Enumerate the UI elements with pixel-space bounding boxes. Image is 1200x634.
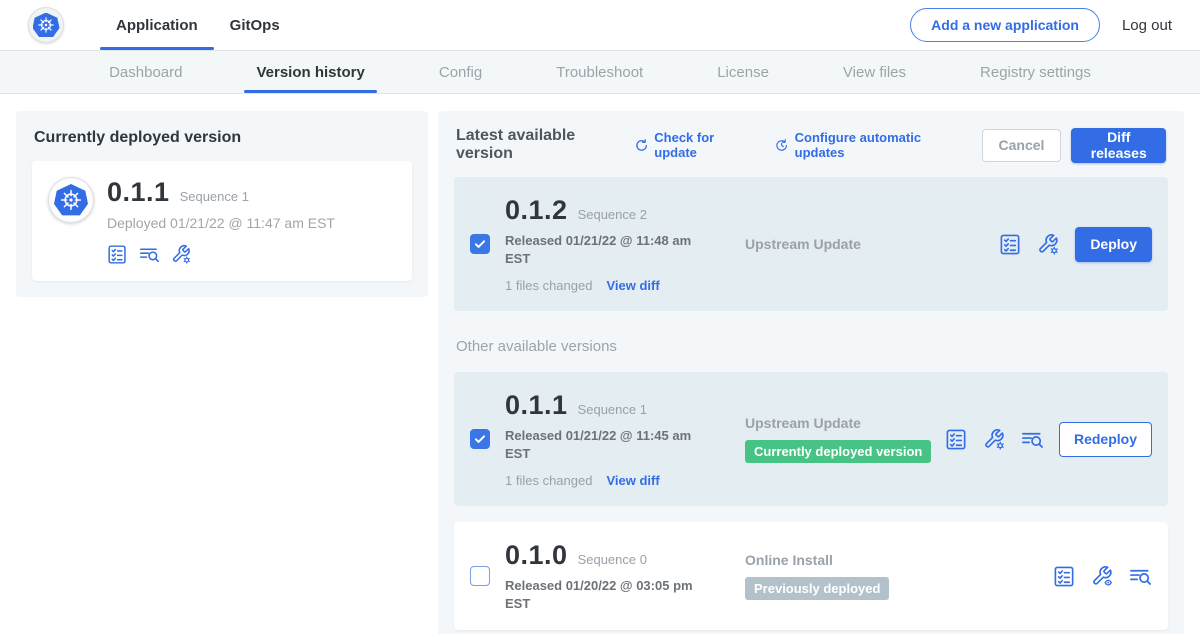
latest-available-title: Latest available version <box>456 127 620 163</box>
tab-dashboard[interactable]: Dashboard <box>105 51 186 93</box>
version-source-label: Upstream Update <box>745 236 999 252</box>
config-wrench-gear-icon[interactable] <box>171 244 192 265</box>
tab-troubleshoot[interactable]: Troubleshoot <box>552 51 647 93</box>
checkmark-icon <box>473 237 487 251</box>
refresh-icon <box>634 137 649 154</box>
tab-registry-settings[interactable]: Registry settings <box>976 51 1095 93</box>
app-logo <box>48 177 94 223</box>
logout-link[interactable]: Log out <box>1122 17 1172 34</box>
tab-gitops[interactable]: GitOps <box>214 0 296 50</box>
files-changed-label: 1 files changed <box>505 278 592 293</box>
redeploy-button[interactable]: Redeploy <box>1059 422 1152 457</box>
tab-config-label: Config <box>439 64 482 81</box>
currently-deployed-panel: Currently deployed version 0.1.1 Sequenc… <box>16 111 428 297</box>
preflight-checklist-icon[interactable] <box>1053 565 1076 588</box>
add-new-application-button[interactable]: Add a new application <box>910 8 1100 42</box>
kubernetes-logo <box>28 7 64 43</box>
check-for-update-label: Check for update <box>654 130 750 160</box>
topnav-tabs: Application GitOps <box>100 0 296 50</box>
deploy-logs-icon[interactable] <box>1129 565 1152 588</box>
version-history-page: Currently deployed version 0.1.1 Sequenc… <box>0 94 1200 634</box>
deployed-timestamp: Deployed 01/21/22 @ 11:47 am EST <box>107 215 335 231</box>
config-wrench-gear-icon[interactable] <box>983 428 1006 451</box>
latest-version-header: Latest available version Check for updat… <box>456 127 1166 163</box>
config-wrench-gear-icon[interactable] <box>1037 233 1060 256</box>
version-number: 0.1.2 <box>505 195 568 226</box>
tab-view-files[interactable]: View files <box>839 51 910 93</box>
preflight-checklist-icon[interactable] <box>107 244 128 265</box>
version-row-0-1-0: 0.1.0 Sequence 0 Released 01/20/22 @ 03:… <box>454 522 1168 630</box>
released-timestamp: Released 01/20/22 @ 03:05 pm EST <box>505 577 701 612</box>
view-diff-link[interactable]: View diff <box>606 473 659 488</box>
version-row-0-1-2: 0.1.2 Sequence 2 Released 01/21/22 @ 11:… <box>454 177 1168 311</box>
tab-dashboard-label: Dashboard <box>109 64 182 81</box>
top-nav: Application GitOps Add a new application… <box>0 0 1200 50</box>
diff-select-checkbox[interactable] <box>470 566 490 586</box>
deploy-button[interactable]: Deploy <box>1075 227 1152 262</box>
currently-deployed-card: 0.1.1 Sequence 1 Deployed 01/21/22 @ 11:… <box>32 161 412 281</box>
files-changed-label: 1 files changed <box>505 473 592 488</box>
check-for-update-link[interactable]: Check for update <box>634 130 750 160</box>
deploy-logs-icon[interactable] <box>1021 428 1044 451</box>
version-number: 0.1.1 <box>505 390 568 421</box>
app-sub-nav: Dashboard Version history Config Trouble… <box>0 50 1200 94</box>
sequence-label: Sequence 2 <box>578 207 647 222</box>
schedule-clock-icon <box>774 137 789 154</box>
tab-application[interactable]: Application <box>100 0 214 50</box>
deployed-version-number: 0.1.1 <box>107 177 170 208</box>
tab-application-label: Application <box>116 17 198 34</box>
tab-license[interactable]: License <box>713 51 773 93</box>
tab-gitops-label: GitOps <box>230 17 280 34</box>
sequence-label: Sequence 1 <box>578 402 647 417</box>
diff-select-checkbox[interactable] <box>470 234 490 254</box>
preflight-checklist-icon[interactable] <box>999 233 1022 256</box>
tab-license-label: License <box>717 64 769 81</box>
version-source-label: Upstream Update <box>745 415 945 431</box>
config-wrench-eye-icon[interactable] <box>1091 565 1114 588</box>
configure-automatic-updates-label: Configure automatic updates <box>795 130 958 160</box>
cancel-button[interactable]: Cancel <box>982 129 1062 162</box>
deploy-logs-icon[interactable] <box>139 244 160 265</box>
other-available-versions-heading: Other available versions <box>456 338 1166 355</box>
sequence-label: Sequence 0 <box>578 552 647 567</box>
diff-releases-button[interactable]: Diff releases <box>1071 128 1166 163</box>
configure-automatic-updates-link[interactable]: Configure automatic updates <box>774 130 957 160</box>
released-timestamp: Released 01/21/22 @ 11:48 am EST <box>505 232 701 267</box>
available-versions-panel: Latest available version Check for updat… <box>438 111 1184 634</box>
deployed-sequence-label: Sequence 1 <box>180 189 249 204</box>
currently-deployed-badge: Currently deployed version <box>745 440 931 463</box>
version-source-label: Online Install <box>745 552 1053 568</box>
version-row-0-1-1: 0.1.1 Sequence 1 Released 01/21/22 @ 11:… <box>454 372 1168 506</box>
tab-view-files-label: View files <box>843 64 906 81</box>
tab-version-history-label: Version history <box>256 64 364 81</box>
preflight-checklist-icon[interactable] <box>945 428 968 451</box>
diff-select-checkbox[interactable] <box>470 429 490 449</box>
tab-config[interactable]: Config <box>435 51 486 93</box>
currently-deployed-title: Currently deployed version <box>34 129 410 147</box>
checkmark-icon <box>473 432 487 446</box>
version-number: 0.1.0 <box>505 540 568 571</box>
released-timestamp: Released 01/21/22 @ 11:45 am EST <box>505 427 701 462</box>
tab-troubleshoot-label: Troubleshoot <box>556 64 643 81</box>
tab-registry-settings-label: Registry settings <box>980 64 1091 81</box>
tab-version-history[interactable]: Version history <box>252 51 368 93</box>
view-diff-link[interactable]: View diff <box>606 278 659 293</box>
previously-deployed-badge: Previously deployed <box>745 577 889 600</box>
